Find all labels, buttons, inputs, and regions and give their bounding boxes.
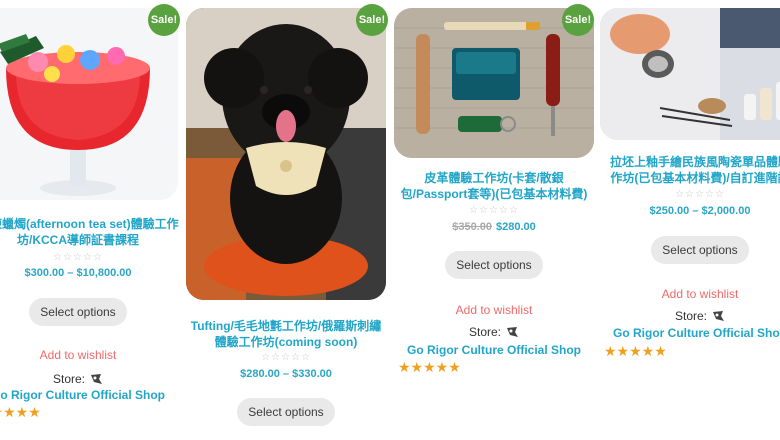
product-title[interactable]: 果凍蠟燭(afternoon tea set)體驗工作 坊/KCCA導師証書課程 — [0, 216, 179, 248]
product-rating: ☆☆☆☆☆ — [469, 205, 519, 216]
product-price: $250.00 – $2,000.00 — [649, 205, 751, 217]
product-image[interactable] — [394, 8, 594, 158]
jelly-candle-image — [0, 8, 178, 200]
store-logo-icon — [505, 325, 519, 339]
store-label: Store: — [674, 309, 707, 323]
product-image[interactable] — [600, 8, 780, 140]
product-title-line[interactable]: 體驗工作坊(coming soon) — [186, 334, 386, 350]
select-options-button[interactable]: Select options — [237, 398, 335, 426]
shop-rating-stars: ★★★★★ — [0, 404, 41, 420]
product-price: $300.00 – $10,800.00 — [24, 267, 132, 279]
shop-name-link[interactable]: Go Rigor Culture Official Shop — [0, 388, 178, 402]
store-logo-icon — [711, 309, 725, 323]
add-to-wishlist-link[interactable]: Add to wishlist — [394, 303, 594, 317]
product-card-tufting: Sale! Tufting/毛毛地氈工作坊/俄羅斯刺繡 體驗工作坊(coming… — [186, 0, 388, 440]
add-to-wishlist-link[interactable]: Add to wishlist — [0, 348, 178, 362]
poodle-image — [186, 8, 386, 300]
select-options-button[interactable]: Select options — [445, 251, 543, 279]
product-old-price: $350.00 — [452, 221, 492, 233]
product-title-line[interactable]: 皮革體驗工作坊(卡套/散銀 — [394, 170, 594, 186]
pottery-workshop-image — [600, 8, 780, 140]
leather-kit-image — [394, 8, 594, 158]
store-label: Store: — [52, 372, 85, 386]
product-title[interactable]: 皮革體驗工作坊(卡套/散銀 包/Passport套等)(已包基本材料費) — [394, 170, 594, 202]
shop-name-link[interactable]: Go Rigor Culture Official Shop — [600, 326, 780, 340]
select-options-button[interactable]: Select options — [29, 298, 127, 326]
product-rating: ☆☆☆☆☆ — [53, 252, 103, 263]
product-title-line[interactable]: 包/Passport套等)(已包基本材料費) — [394, 186, 594, 202]
product-price: $350.00 $280.00 — [394, 221, 594, 233]
product-card-pottery: 拉坯上釉手繪民族風陶瓷單品體驗 作坊(已包基本材料費)/自訂進階課 ☆☆☆☆☆ … — [600, 0, 780, 440]
store-logo-icon — [89, 372, 103, 386]
sale-badge: Sale! — [148, 4, 180, 36]
product-price: $280.00 – $330.00 — [240, 368, 332, 380]
product-sale-price: $280.00 — [496, 221, 536, 233]
store-row: Store: — [600, 309, 780, 323]
shop-name-link[interactable]: Go Rigor Culture Official Shop — [394, 343, 594, 357]
product-title[interactable]: Tufting/毛毛地氈工作坊/俄羅斯刺繡 體驗工作坊(coming soon) — [186, 318, 386, 350]
product-rating: ☆☆☆☆☆ — [261, 352, 311, 363]
product-card-jelly-candle: Sale! 果凍蠟燭(afternoon tea set)體驗工作 坊/KCCA… — [0, 0, 180, 440]
store-label: Store: — [468, 325, 501, 339]
product-title-line[interactable]: 拉坯上釉手繪民族風陶瓷單品體驗 — [600, 154, 780, 170]
sale-badge: Sale! — [562, 4, 594, 36]
sale-badge: Sale! — [356, 4, 388, 36]
store-row: Store: — [394, 325, 594, 339]
product-title-line[interactable]: 果凍蠟燭(afternoon tea set)體驗工作 — [0, 216, 179, 232]
select-options-button[interactable]: Select options — [651, 236, 749, 264]
product-title-line[interactable]: 作坊(已包基本材料費)/自訂進階課 — [600, 170, 780, 186]
product-title-line[interactable]: Tufting/毛毛地氈工作坊/俄羅斯刺繡 — [186, 318, 386, 334]
add-to-wishlist-link[interactable]: Add to wishlist — [600, 287, 780, 301]
store-row: Store: — [0, 372, 178, 386]
product-title[interactable]: 拉坯上釉手繪民族風陶瓷單品體驗 作坊(已包基本材料費)/自訂進階課 — [600, 154, 780, 186]
product-rating: ☆☆☆☆☆ — [675, 189, 725, 200]
product-image[interactable] — [186, 8, 386, 300]
product-title-line[interactable]: 坊/KCCA導師証書課程 — [0, 232, 178, 248]
product-card-leather: Sale! 皮革體驗工作坊(卡套/散銀 包/Passport套等)(已包基本材料… — [394, 0, 594, 440]
shop-rating-stars: ★★★★★ — [398, 359, 461, 375]
product-image[interactable] — [0, 8, 178, 200]
shop-rating-stars: ★★★★★ — [604, 343, 667, 359]
